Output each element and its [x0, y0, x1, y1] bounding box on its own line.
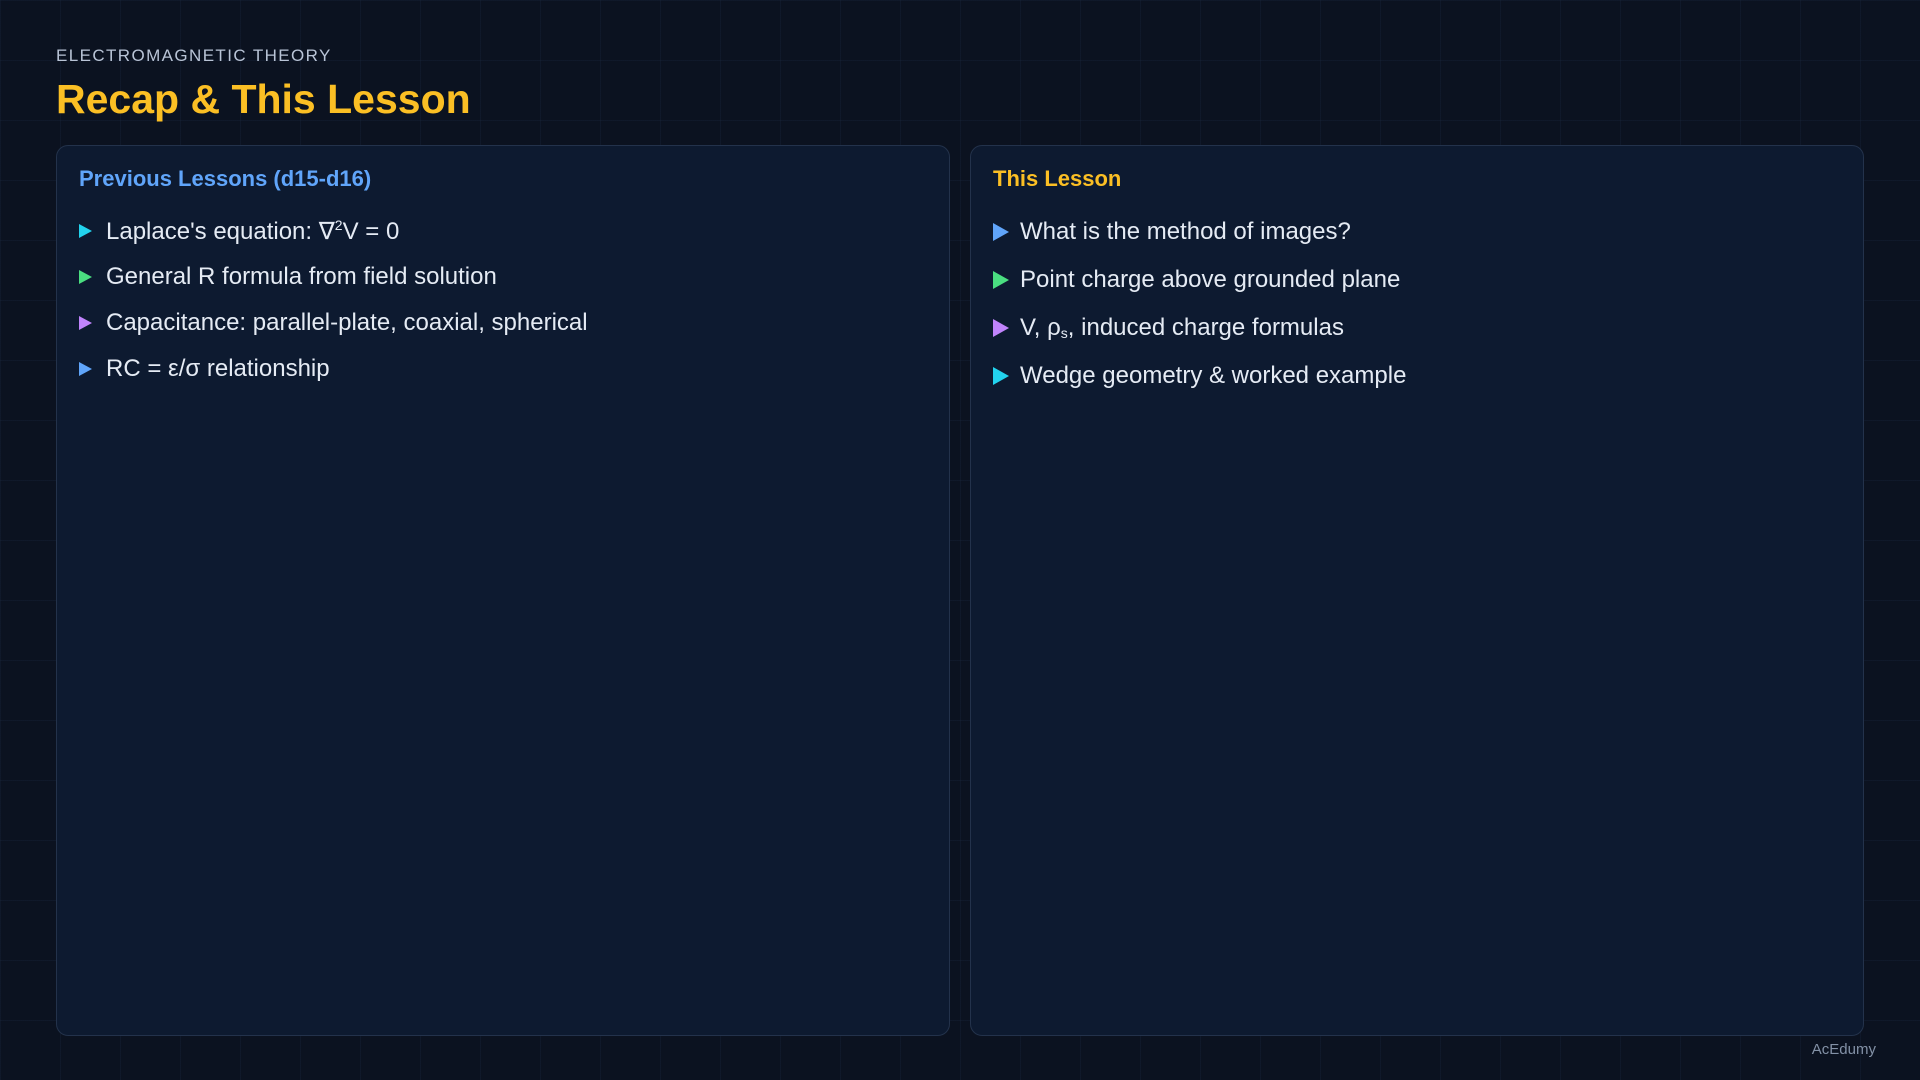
previous-lessons-panel: Previous Lessons (d15-d16) Laplace's equ… [56, 145, 950, 1036]
item-text: What is the method of images? [1020, 218, 1351, 245]
triangle-right-icon [79, 316, 92, 330]
item-text: V, ρs, induced charge formulas [1020, 314, 1344, 341]
triangle-right-icon [993, 271, 1009, 289]
item-text: Capacitance: parallel-plate, coaxial, sp… [106, 309, 588, 336]
list-item: General R formula from field solution [79, 254, 927, 300]
triangle-right-icon [79, 224, 92, 238]
item-text: RC = ε/σ relationship [106, 355, 330, 382]
page-title: Recap & This Lesson [56, 76, 471, 122]
this-lesson-panel: This Lesson What is the method of images… [970, 145, 1864, 1036]
item-text: Wedge geometry & worked example [1020, 362, 1407, 389]
triangle-right-icon [993, 367, 1009, 385]
item-text: Laplace's equation: ∇2V = 0 [106, 216, 400, 245]
list-item: V, ρs, induced charge formulas [993, 304, 1841, 352]
triangle-right-icon [993, 319, 1009, 337]
triangle-right-icon [79, 362, 92, 376]
this-lesson-heading: This Lesson [993, 166, 1122, 191]
brand-watermark: AcEdumy [1811, 1041, 1876, 1058]
list-item: What is the method of images? [993, 208, 1841, 256]
list-item: RC = ε/σ relationship [79, 346, 927, 392]
previous-lessons-heading: Previous Lessons (d15-d16) [79, 166, 372, 191]
list-item: Capacitance: parallel-plate, coaxial, sp… [79, 300, 927, 346]
list-item: Wedge geometry & worked example [993, 352, 1841, 400]
previous-lessons-list: Laplace's equation: ∇2V = 0 General R fo… [79, 208, 927, 392]
triangle-right-icon [79, 270, 92, 284]
list-item: Point charge above grounded plane [993, 256, 1841, 304]
course-subject: ELECTROMAGNETIC THEORY [56, 46, 332, 65]
item-text: General R formula from field solution [106, 263, 497, 290]
list-item: Laplace's equation: ∇2V = 0 [79, 208, 927, 254]
item-text: Point charge above grounded plane [1020, 266, 1401, 293]
triangle-right-icon [993, 223, 1009, 241]
slide: ELECTROMAGNETIC THEORY Recap & This Less… [0, 0, 1920, 1080]
this-lesson-list: What is the method of images? Point char… [993, 208, 1841, 400]
